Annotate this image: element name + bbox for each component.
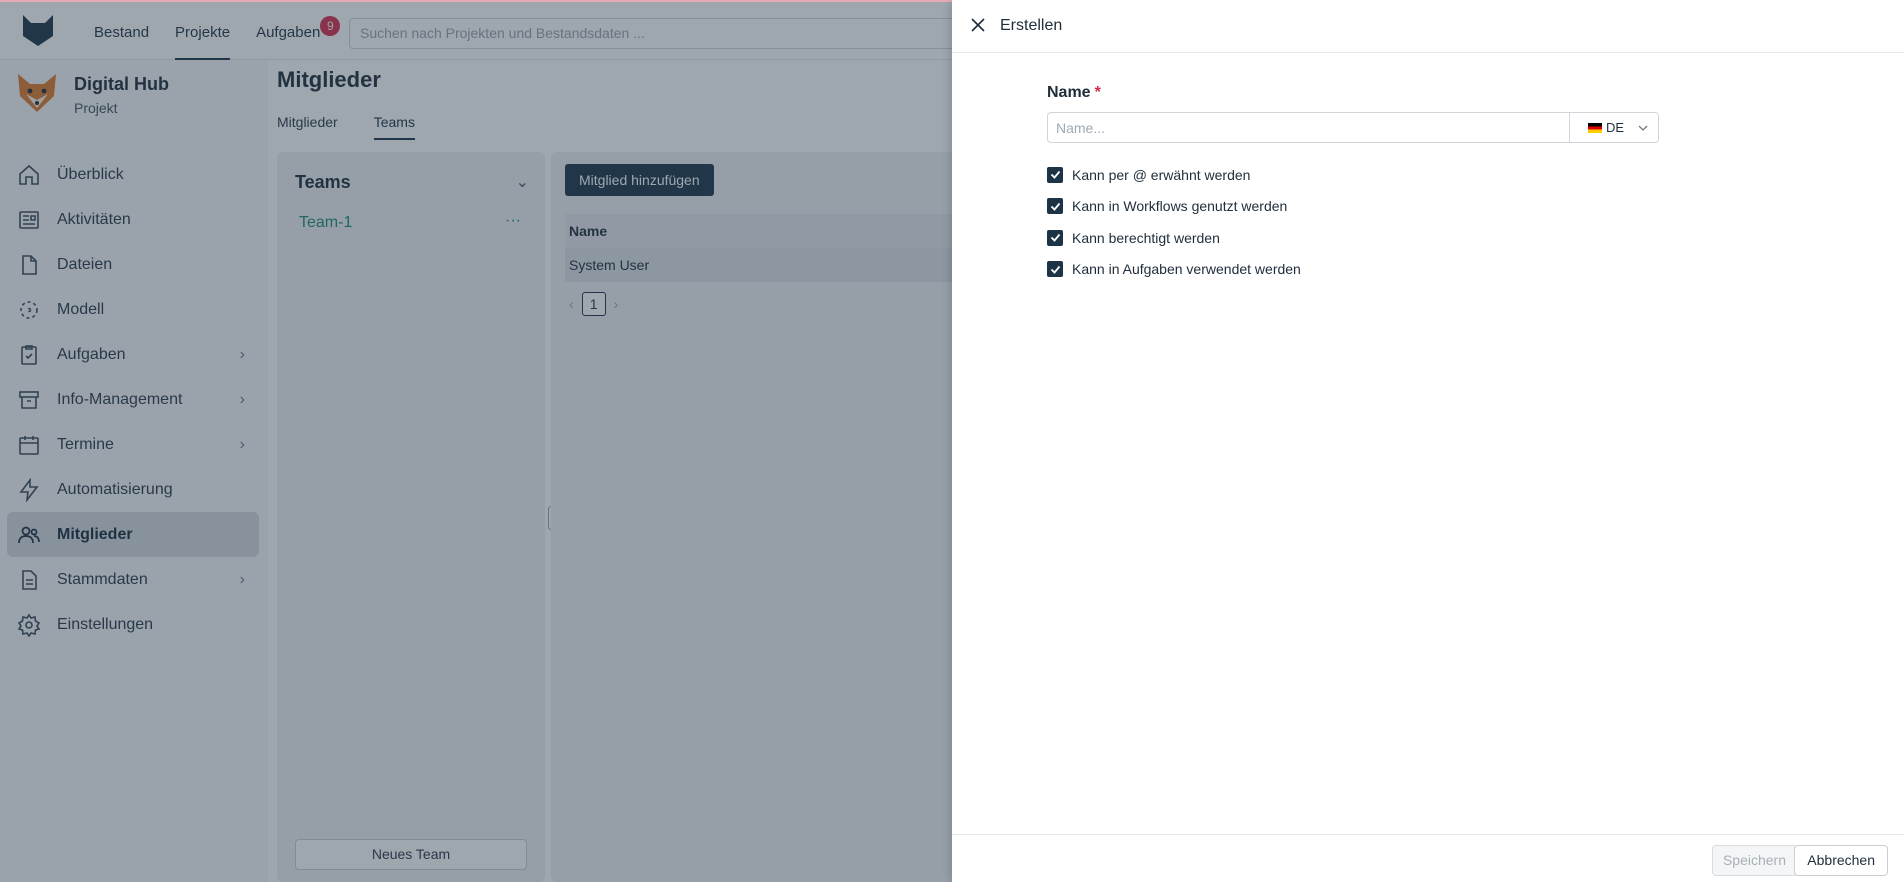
create-form: Name* DE Kann per @ erwähnt werden Kann … — [1047, 84, 1659, 285]
checkbox-checked[interactable] — [1047, 261, 1063, 278]
cancel-button[interactable]: Abbrechen — [1794, 845, 1888, 876]
close-icon[interactable] — [970, 17, 986, 33]
name-input-group: DE — [1047, 112, 1659, 143]
save-button[interactable]: Speichern — [1711, 845, 1797, 876]
drawer-footer: Speichern Abbrechen — [952, 834, 1904, 882]
checkbox-row-workflows[interactable]: Kann in Workflows genutzt werden — [1047, 191, 1659, 223]
checkbox-label: Kann per @ erwähnt werden — [1072, 166, 1251, 183]
create-drawer: Erstellen Name* DE Kann per @ erwähnt we… — [952, 0, 1904, 882]
permission-checkboxes: Kann per @ erwähnt werden Kann in Workfl… — [1047, 159, 1659, 285]
checkbox-label: Kann in Workflows genutzt werden — [1072, 198, 1288, 215]
checkbox-label: Kann berechtigt werden — [1072, 229, 1220, 246]
name-field-label: Name * — [1047, 84, 1101, 101]
checkbox-row-mention[interactable]: Kann per @ erwähnt werden — [1047, 159, 1659, 191]
drawer-title: Erstellen — [1000, 17, 1063, 34]
german-flag-icon — [1588, 123, 1602, 133]
checkbox-checked[interactable] — [1047, 198, 1063, 215]
required-indicator: * — [1094, 84, 1101, 101]
drawer-header: Erstellen — [952, 0, 1904, 53]
name-input[interactable] — [1047, 112, 1569, 143]
checkbox-checked[interactable] — [1047, 229, 1063, 246]
modal-overlay[interactable] — [0, 0, 952, 882]
checkbox-row-tasks[interactable]: Kann in Aufgaben verwendet werden — [1047, 254, 1659, 286]
checkbox-checked[interactable] — [1047, 166, 1063, 183]
chevron-down-icon — [1638, 125, 1648, 131]
checkbox-label: Kann in Aufgaben verwendet werden — [1072, 261, 1301, 278]
checkbox-row-permissions[interactable]: Kann berechtigt werden — [1047, 222, 1659, 254]
language-select[interactable]: DE — [1569, 112, 1659, 143]
